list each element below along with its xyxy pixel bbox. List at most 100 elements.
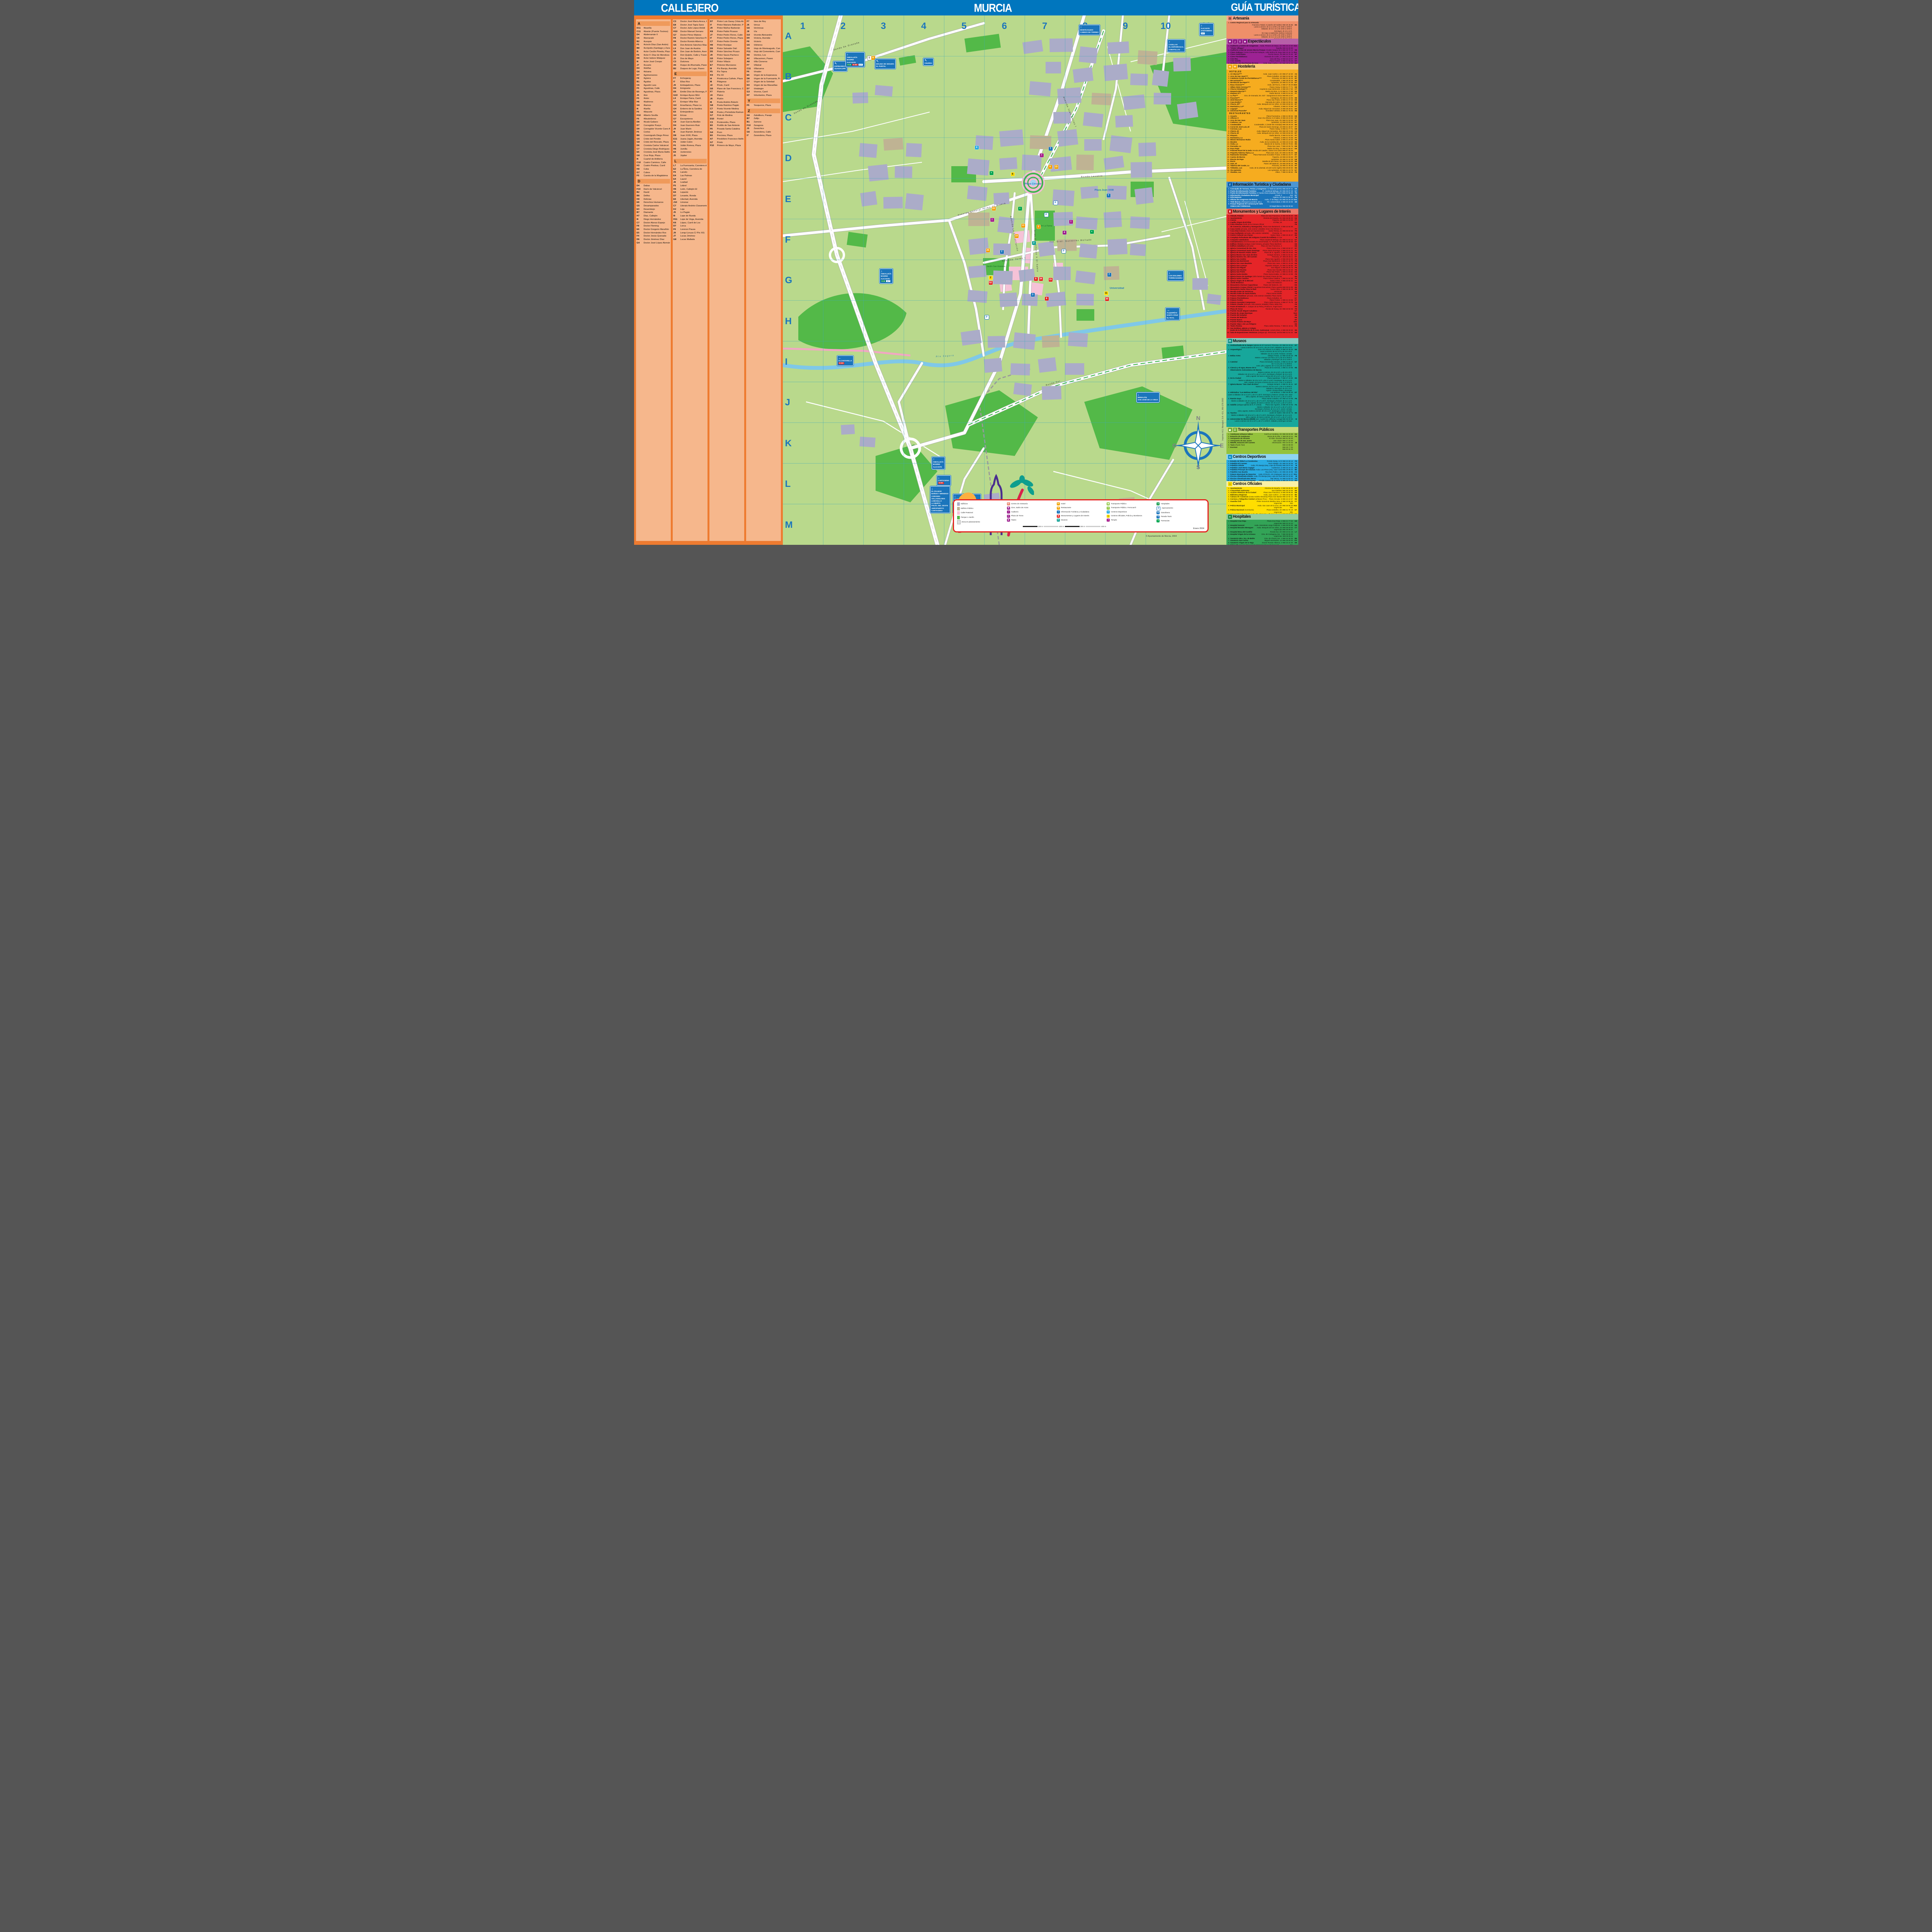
- route-badge: E-15: [881, 280, 886, 282]
- road-sign: ↑CASILLASEL ESPARRAGALCOBATILLAS: [1167, 39, 1185, 52]
- road-sign: ↑ALICANTESANTOMERAA-7: [1199, 23, 1214, 36]
- index-entry-street: Levante, Ronda: [680, 194, 696, 198]
- index-entry-gridref: A6: [673, 64, 679, 67]
- poi-badge-rest: 14: [1015, 234, 1019, 238]
- index-entry-gridref: J10: [673, 201, 679, 204]
- guide-entry: 18.Universal Pacoche*González Cebrián, 9…: [1227, 110, 1297, 112]
- index-entry-street: Alcalá Galiano: [644, 121, 658, 124]
- index-entry-gridref: C3: [710, 121, 716, 124]
- index-entry-street: Libertad, Avenida: [680, 198, 698, 201]
- guide-entry-phone: 968 93 02 02: [1282, 230, 1293, 232]
- building-block: [868, 164, 889, 182]
- index-column-1: AD11AbanillaC11Abarán (Puente Tocinos)D4…: [636, 19, 671, 541]
- index-entry: H6Aladreros: [637, 100, 670, 104]
- index-entry-gridref: K9: [710, 74, 716, 77]
- index-entry: J5Zaraichico: [747, 127, 780, 131]
- index-entry-gridref: J5: [673, 211, 679, 214]
- legend-swatch: [957, 520, 961, 524]
- building-block: [1075, 216, 1097, 230]
- index-entry-gridref: J9: [710, 27, 716, 30]
- index-entry: E6Lepanto: [673, 191, 707, 194]
- index-entry-street: Actor José Crespo: [644, 60, 662, 64]
- legend-icon-column-4: +HospitalesPAparcamientoGGasolineraTPara…: [1156, 502, 1204, 524]
- index-entry-street: Doctor Jesús Quesada: [644, 235, 667, 238]
- index-entry-street: Victoria, Avenida: [754, 37, 770, 40]
- index-entry-gridref: F6: [637, 111, 643, 114]
- index-entry-gridref: J7: [637, 64, 643, 67]
- guide-entry-phone: 061: [1282, 544, 1293, 545]
- index-entry-gridref: G6: [637, 70, 643, 74]
- legend-item-label: Transporte Público: [1111, 503, 1126, 505]
- index-entry: B8Cosmógrafo Diego Pérez: [637, 134, 670, 138]
- building-block: [1057, 129, 1078, 147]
- index-entry-gridref: E6: [710, 124, 716, 128]
- legend-item-label: Farmacias: [1161, 520, 1169, 522]
- index-entry: K6López, Carril de Los: [673, 221, 707, 225]
- index-entry-gridref: F10: [747, 124, 753, 128]
- guide-entry-address: Información:: [1255, 442, 1282, 444]
- guide-entry-num: 1.: [1227, 45, 1230, 47]
- guide-entry-phone: 968 21 10 99: [1282, 273, 1293, 276]
- index-entry: A2Villacarmen, Paseo: [747, 57, 780, 61]
- index-entry-gridref: I6: [637, 218, 643, 221]
- index-entry-gridref: J9: [673, 231, 679, 235]
- road-sign-text: MADRID: [847, 59, 854, 61]
- building-block: [1049, 38, 1073, 52]
- index-entry-gridref: F10: [637, 188, 643, 191]
- street-label: Plaza Juan XXIII: [1095, 189, 1114, 192]
- index-entry-street: Acuario: [644, 64, 651, 67]
- index-entry-street: Lorca: [680, 224, 686, 228]
- index-entry-street: Elías Ros: [680, 80, 690, 84]
- index-entry: C7Doctor Julio López Ambit: [673, 27, 707, 30]
- building-block: [1084, 139, 1102, 151]
- guide-entry-phone: 968 21 76 05: [1282, 110, 1293, 112]
- index-entry-street: Actor F. Díaz de Mendoza: [644, 54, 670, 57]
- guide-entry-gridref: C7: [1294, 500, 1297, 503]
- index-entry: G10Enrique Ayuso Miró: [673, 94, 707, 97]
- index-entry-street: Literato Andrés Claramonte: [680, 204, 707, 208]
- index-entry-street: Lo Pagán: [680, 211, 690, 214]
- index-entry-street: Pintor Pedro Orrente: [717, 40, 738, 44]
- legend-swatch-column: EdificiosEdificio PúblicoCalle PeatonalP…: [957, 502, 1005, 524]
- legend-item: Parque o Jardín: [957, 516, 1005, 519]
- index-entry-gridref: I6: [637, 107, 643, 111]
- road-sign-text: ALICANTE: [933, 466, 942, 468]
- index-entry: K2Loja: [673, 208, 707, 211]
- index-entry-street: Doctor José Tapia Sanz: [680, 24, 704, 27]
- guide-entry-phone: 968 86 99 50: [1282, 205, 1293, 207]
- index-entry: J5Lo Pagán: [673, 211, 707, 214]
- guide-entry-address: Plz. Universidad, 2: [1262, 201, 1282, 203]
- index-entry-street: Virgen de la Esperanza: [754, 74, 777, 77]
- building-block: [999, 129, 1024, 147]
- guide-entry-gridref: F6: [1294, 171, 1297, 173]
- index-entry: J7Pintor Pedro Flores, Calle: [710, 34, 743, 37]
- index-entry: E8Derechos Humanos: [637, 201, 670, 204]
- legend-item: ☻Teatro: [1007, 519, 1054, 522]
- guide-entry-phone: 968 36 30 00: [1282, 241, 1293, 243]
- guide-section-header: ΩArtesanía: [1226, 15, 1298, 21]
- poi-badge-cine: 4: [1063, 231, 1066, 235]
- index-entry-street: Villa Cisneros: [754, 60, 767, 64]
- index-entry-street: Cronista José María Ibáñez: [644, 151, 670, 154]
- index-entry: F6Vinader: [747, 70, 780, 74]
- legend-item: +Farmacias: [1156, 519, 1204, 522]
- index-entry-gridref: J9: [673, 84, 679, 87]
- index-entry-gridref: I8: [710, 80, 716, 84]
- index-entry: E6Doctor Gregorio Marañón: [637, 228, 670, 231]
- index-entry-gridref: F7: [710, 90, 716, 94]
- index-entry: G7Doctor Pérez Mateos: [673, 34, 707, 37]
- index-entry-gridref: G8: [710, 104, 716, 107]
- legend-item-label: Restaurante: [1061, 507, 1071, 509]
- index-entry-street: Acequia: [644, 40, 652, 44]
- road-sign: ↑ANDALUCÍAMADRIDALICANTEE-15N-301A-7: [845, 52, 865, 67]
- index-entry-street: Lepanto: [680, 191, 689, 194]
- guide-section-icon: ☻: [1243, 39, 1247, 44]
- poi-badge-sport: 4: [975, 146, 979, 150]
- legend-item-label: Centros Deportivos: [1111, 511, 1127, 513]
- poi-badge-parking: P: [1044, 213, 1048, 217]
- index-entry-gridref: J7: [673, 235, 679, 238]
- route-badge: A-7: [859, 64, 863, 66]
- legend-item: ΨRestaurante: [1057, 507, 1104, 510]
- index-entry-street: Doctor Gregorio Marañón: [644, 228, 669, 231]
- index-entry-street: Cosmógrafo Diego Pérez: [644, 134, 669, 138]
